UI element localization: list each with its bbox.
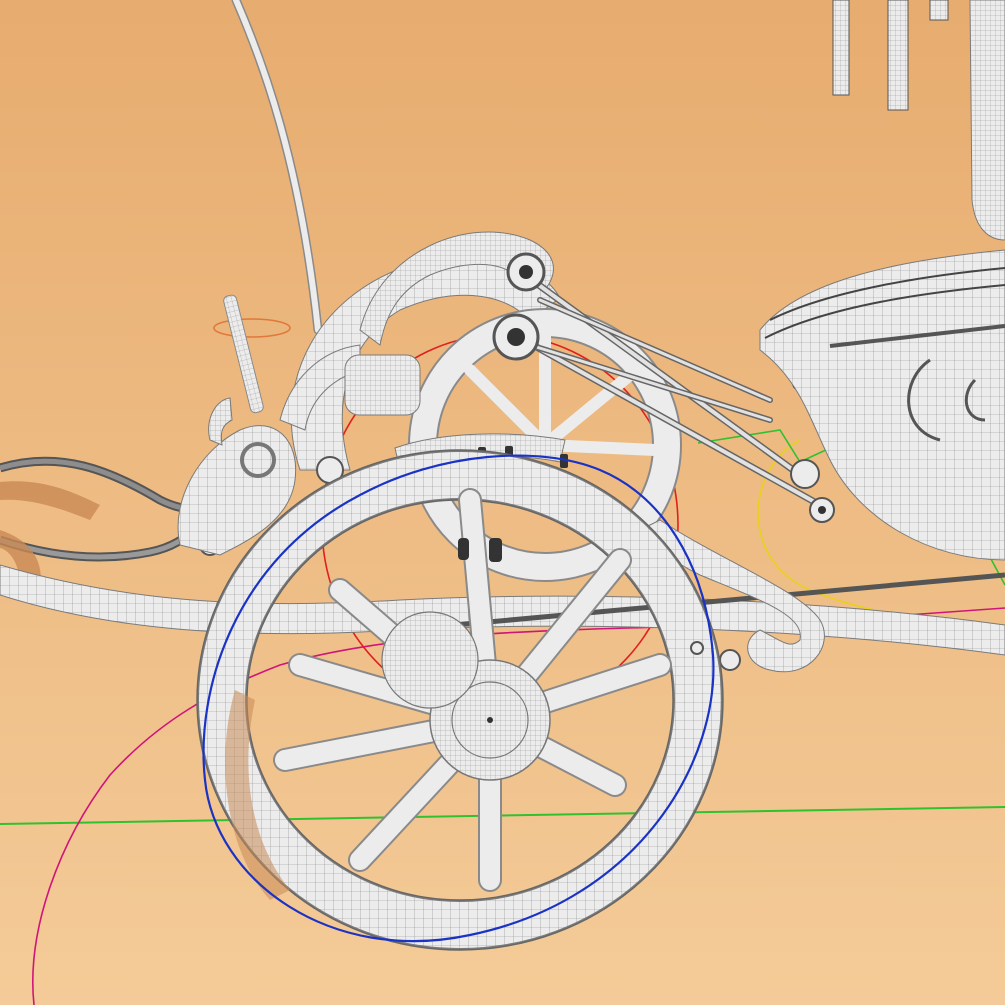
viewport-canvas[interactable] bbox=[0, 0, 1005, 1005]
3d-viewport[interactable] bbox=[0, 0, 1005, 1005]
